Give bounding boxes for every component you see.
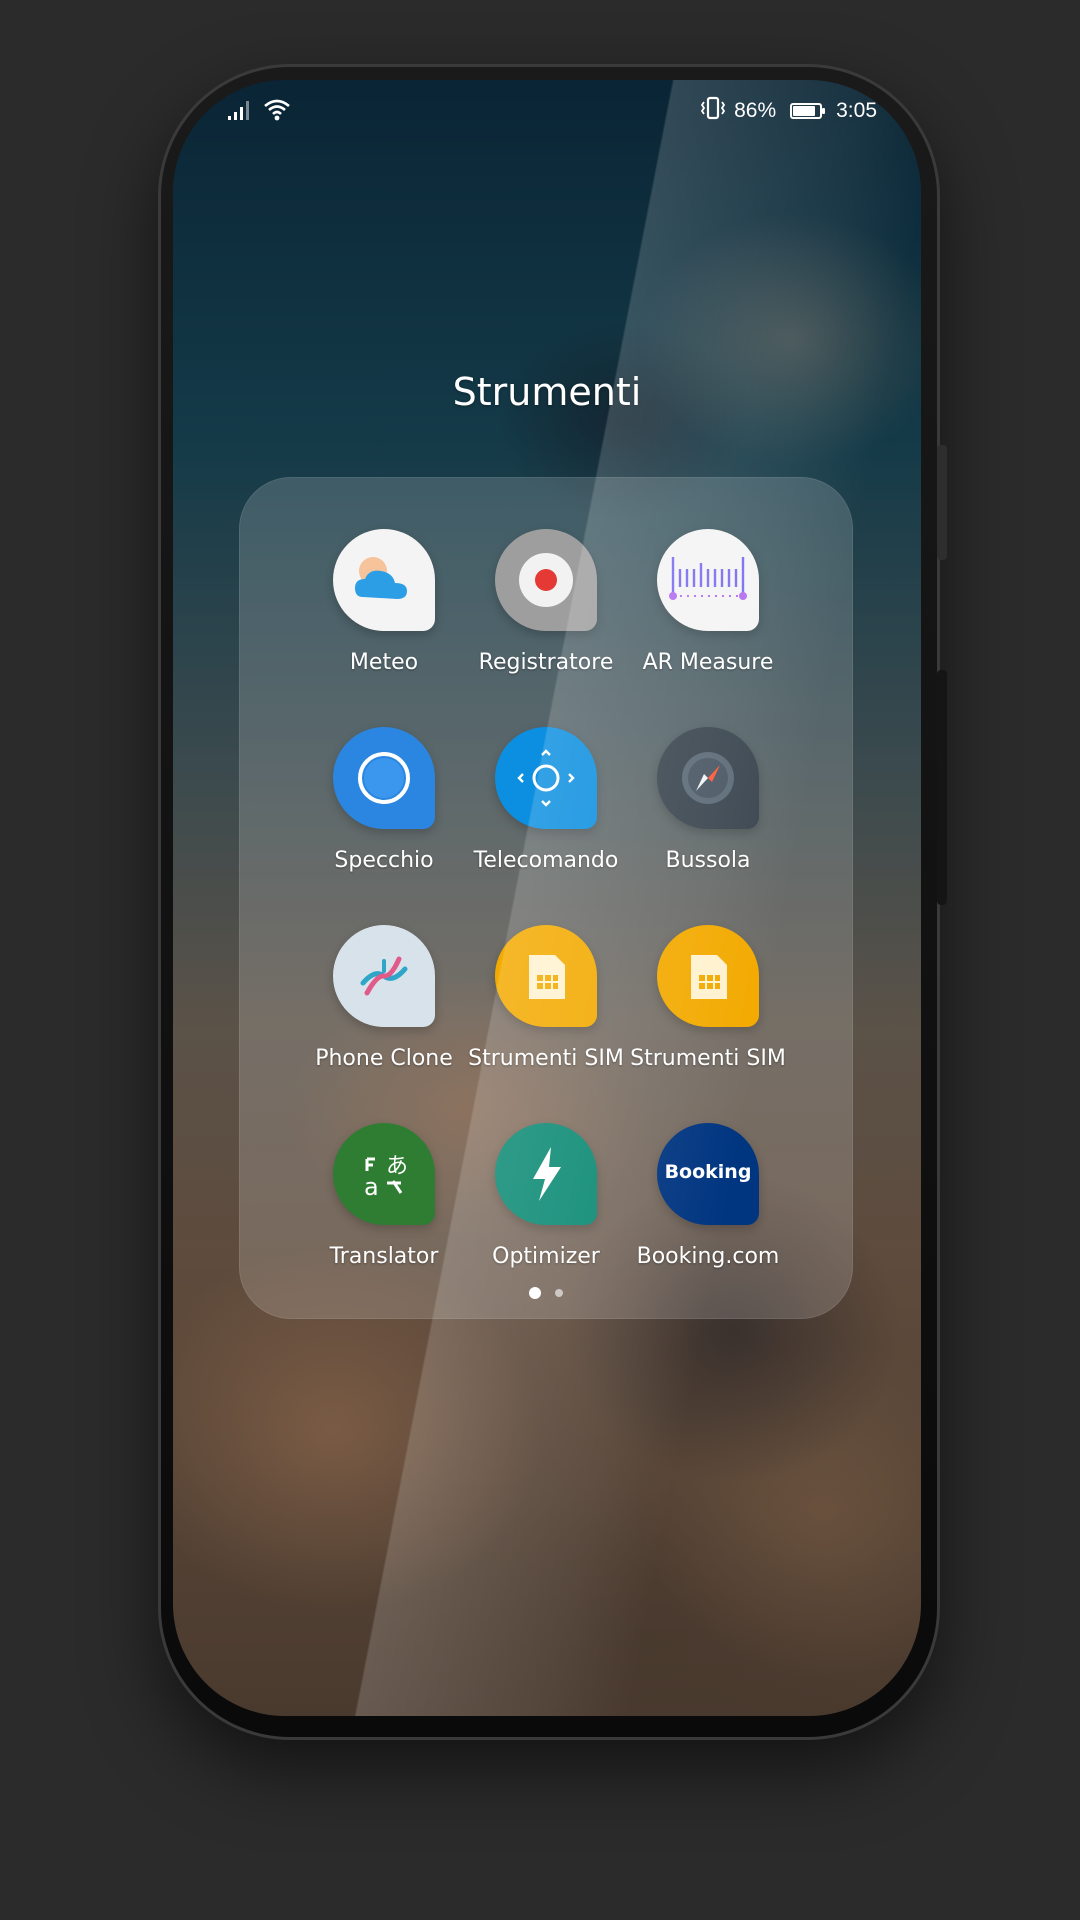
svg-text:あ: あ (386, 1154, 408, 1179)
power-button (937, 670, 947, 905)
app-label: AR Measure (642, 650, 774, 675)
translator-icon: あ a (333, 1123, 435, 1225)
vibrate-icon (700, 96, 726, 126)
remote-control-icon (495, 727, 597, 829)
page-dot[interactable] (555, 1289, 563, 1297)
page-indicator (239, 1287, 853, 1299)
app-label: Bussola (665, 848, 751, 873)
ar-measure-icon (657, 529, 759, 631)
clock: 3:05 (836, 99, 877, 122)
signal-icon (227, 99, 253, 127)
compass-icon (657, 727, 759, 829)
svg-text:a: a (364, 1173, 379, 1201)
battery-icon (790, 103, 826, 119)
app-label: Booking.com (636, 1244, 780, 1269)
mirror-icon (333, 727, 435, 829)
booking-logo-text: Booking (664, 1161, 752, 1183)
page-dot-active[interactable] (529, 1287, 541, 1299)
sim-card-icon (657, 925, 759, 1027)
recorder-icon (495, 529, 597, 631)
phone-clone-icon (333, 925, 435, 1027)
app-folder: Meteo Registratore AR Measure Specchio T… (239, 477, 853, 1319)
optimizer-icon (495, 1123, 597, 1225)
battery-percent: 86% (734, 99, 777, 122)
weather-icon (333, 529, 435, 631)
folder-title[interactable]: Strumenti (173, 370, 921, 414)
sim-card-icon (495, 925, 597, 1027)
booking-icon: Booking (657, 1123, 759, 1225)
wifi-icon (263, 98, 291, 128)
app-label: Strumenti SIM (630, 1046, 786, 1071)
status-bar: 86% 3:05 (173, 80, 921, 136)
phone-screen: 86% 3:05 Strumenti Meteo Registratore AR… (173, 80, 921, 1716)
volume-button (937, 445, 947, 560)
